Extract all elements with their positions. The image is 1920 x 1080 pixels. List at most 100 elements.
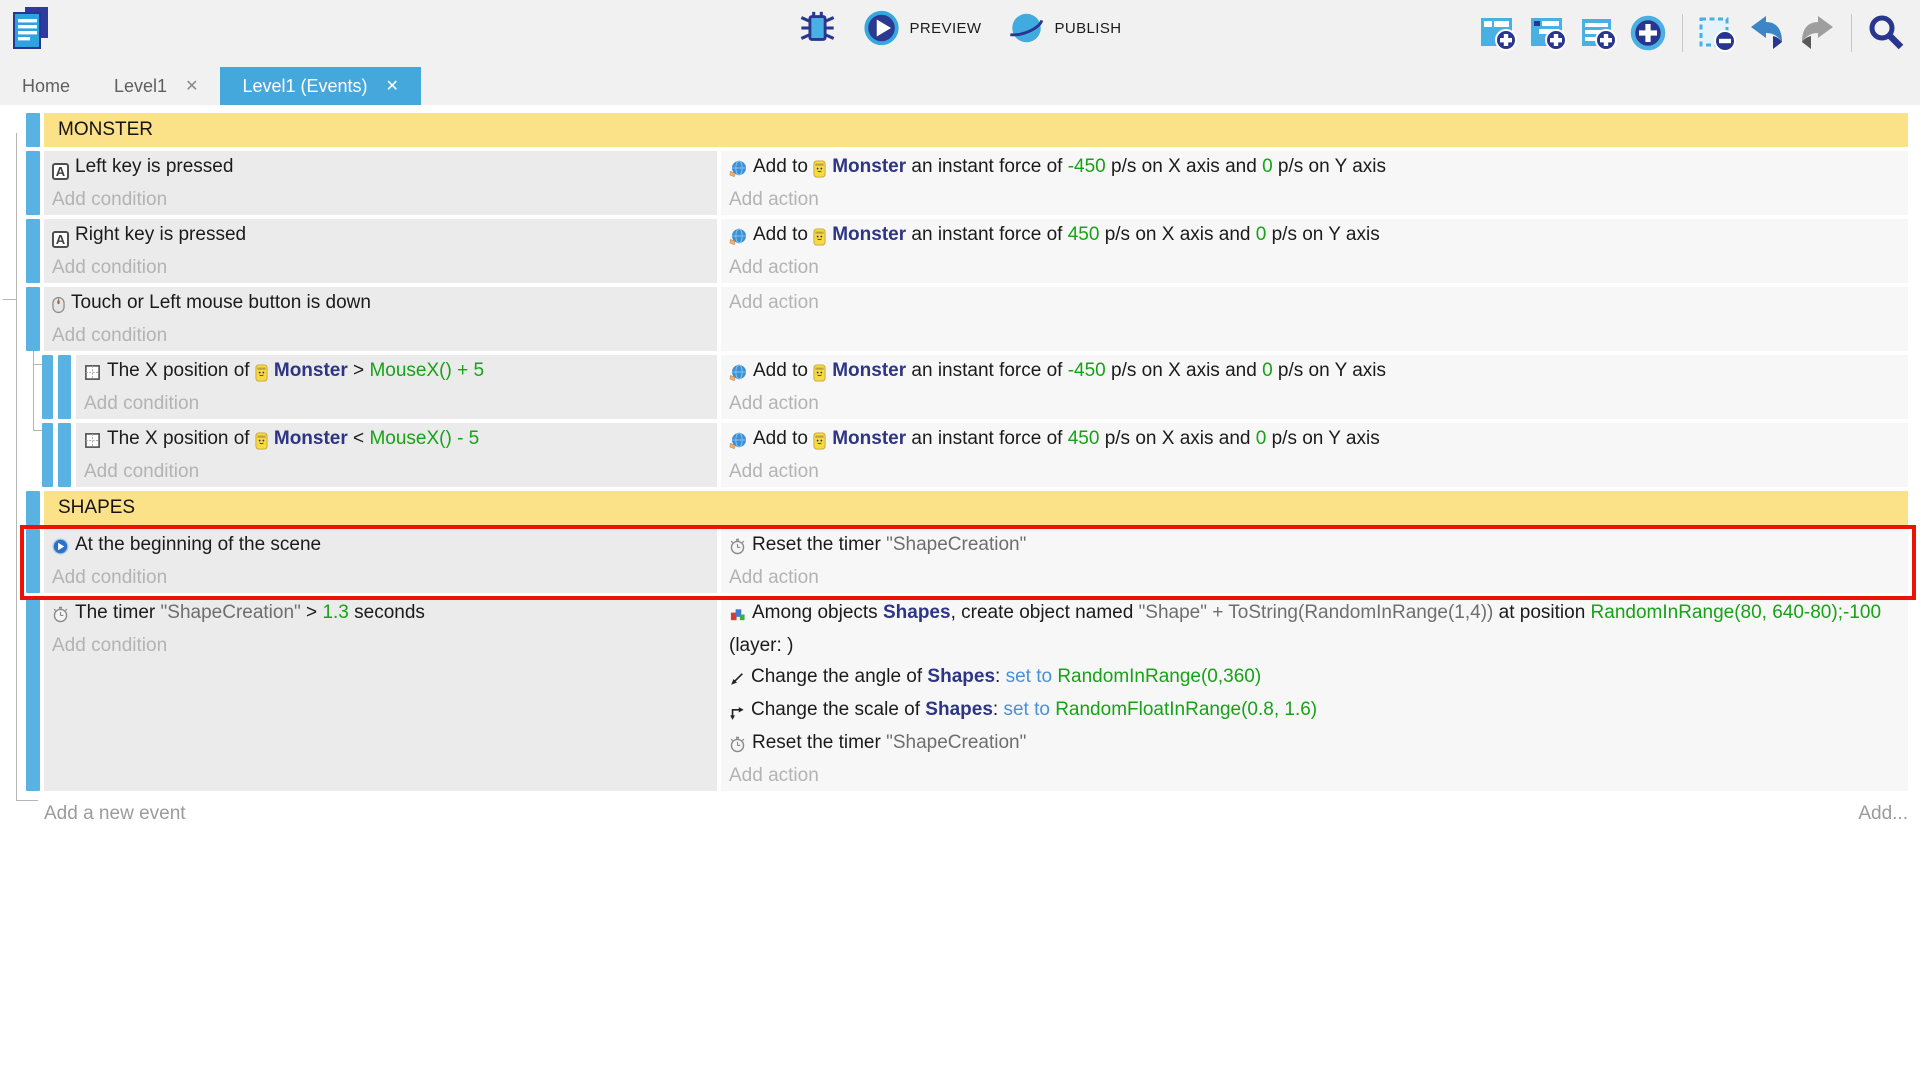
- toolbar-separator: [1851, 14, 1852, 52]
- publish-button[interactable]: PUBLISH: [1007, 9, 1121, 47]
- add-action-button[interactable]: Add action: [729, 184, 1900, 215]
- text-segment: 0: [1262, 360, 1273, 381]
- keyboard-icon: A: [52, 221, 69, 252]
- event-handle[interactable]: [58, 355, 71, 419]
- condition[interactable]: Touch or Left mouse button is down: [52, 287, 709, 320]
- text-segment: "ShapeCreation": [161, 602, 301, 623]
- add-more-button[interactable]: Add...: [1858, 803, 1908, 825]
- action[interactable]: Change the scale of Shapes: set to Rando…: [729, 694, 1900, 727]
- event-handle[interactable]: [26, 529, 40, 593]
- create-icon: [729, 599, 746, 630]
- delete-selection-button[interactable]: [1697, 13, 1737, 53]
- group-title[interactable]: SHAPES: [44, 491, 1908, 525]
- event-handle[interactable]: [26, 491, 40, 525]
- event-handle[interactable]: [26, 597, 40, 791]
- monster-icon: [813, 221, 826, 252]
- events-sheet: MONSTERALeft key is pressedAdd condition…: [0, 105, 1920, 825]
- event-row: ALeft key is pressedAdd condition Add to …: [0, 151, 1908, 215]
- add-condition-button[interactable]: Add condition: [52, 184, 709, 215]
- tab-level1[interactable]: Level1✕: [92, 67, 220, 105]
- add-action-button[interactable]: Add action: [729, 760, 1900, 791]
- event-handle[interactable]: [26, 151, 40, 215]
- action[interactable]: Among objects Shapes, create object name…: [729, 597, 1900, 661]
- add-action-button[interactable]: Add action: [729, 388, 1900, 419]
- text-segment: an instant force of: [906, 224, 1068, 245]
- text-segment: Shapes: [925, 699, 993, 720]
- actions-cell: Among objects Shapes, create object name…: [721, 597, 1908, 791]
- text-segment: Left key is pressed: [75, 156, 233, 177]
- conditions-cell: The X position of Monster < MouseX() - 5…: [76, 423, 717, 487]
- scale-icon: [729, 696, 745, 727]
- monster-icon: [255, 357, 268, 388]
- group-row: MONSTER: [0, 113, 1908, 147]
- tab-level1-events[interactable]: Level1 (Events)✕: [220, 67, 420, 105]
- add-new-button[interactable]: [1628, 13, 1668, 53]
- publish-label: PUBLISH: [1054, 20, 1121, 37]
- text-segment: 1.3: [322, 602, 348, 623]
- undo-button[interactable]: [1747, 13, 1787, 53]
- text-segment: "Shape" + ToString(RandomInRange(1,4)): [1139, 602, 1494, 623]
- force-icon: [729, 153, 747, 184]
- add-condition-button[interactable]: Add condition: [84, 388, 709, 419]
- publish-globe-icon: [1007, 9, 1045, 47]
- condition[interactable]: ARight key is pressed: [52, 219, 709, 252]
- redo-button[interactable]: [1797, 13, 1837, 53]
- text-segment: :: [995, 666, 1006, 687]
- tab-label: Home: [22, 76, 70, 97]
- add-action-button[interactable]: Add action: [729, 456, 1900, 487]
- group-title[interactable]: MONSTER: [44, 113, 1908, 147]
- text-segment: an instant force of: [906, 360, 1068, 381]
- text-segment: <: [348, 428, 370, 449]
- add-action-button[interactable]: Add action: [729, 562, 1900, 593]
- add-new-event-button[interactable]: Add a new event: [44, 803, 186, 825]
- event-handle[interactable]: [26, 287, 40, 351]
- add-condition-button[interactable]: Add condition: [52, 252, 709, 283]
- event-handle[interactable]: [26, 113, 40, 147]
- debug-icon[interactable]: [799, 9, 837, 47]
- text-segment: The X position of: [107, 428, 255, 449]
- app-menu-icon[interactable]: [8, 4, 54, 52]
- search-button[interactable]: [1866, 13, 1906, 53]
- tab-close-button[interactable]: ✕: [185, 76, 198, 96]
- text-segment: Add to: [753, 224, 813, 245]
- add-condition-button[interactable]: Add condition: [52, 320, 709, 351]
- condition[interactable]: The timer "ShapeCreation" > 1.3 seconds: [52, 597, 709, 630]
- add-condition-button[interactable]: Add condition: [52, 562, 709, 593]
- condition[interactable]: ALeft key is pressed: [52, 151, 709, 184]
- event-handle[interactable]: [58, 423, 71, 487]
- event-row: Touch or Left mouse button is downAdd co…: [0, 287, 1908, 351]
- event-handle[interactable]: [42, 423, 53, 487]
- condition[interactable]: The X position of Monster > MouseX() + 5: [84, 355, 709, 388]
- add-action-button[interactable]: Add action: [729, 287, 1900, 318]
- text-segment: an instant force of: [906, 156, 1068, 177]
- add-condition-button[interactable]: Add condition: [84, 456, 709, 487]
- condition[interactable]: The X position of Monster < MouseX() - 5: [84, 423, 709, 456]
- monster-icon: [813, 425, 826, 456]
- add-subevent-button[interactable]: [1528, 13, 1568, 53]
- preview-button[interactable]: PREVIEW: [863, 9, 982, 47]
- add-condition-button[interactable]: Add condition: [52, 630, 709, 661]
- action[interactable]: Add to Monster an instant force of -450 …: [729, 355, 1900, 388]
- angle-icon: [729, 663, 745, 694]
- text-segment: p/s on Y axis: [1273, 156, 1386, 177]
- action[interactable]: Add to Monster an instant force of 450 p…: [729, 219, 1900, 252]
- action[interactable]: Add to Monster an instant force of -450 …: [729, 151, 1900, 184]
- action[interactable]: Change the angle of Shapes: set to Rando…: [729, 661, 1900, 694]
- action[interactable]: Reset the timer "ShapeCreation": [729, 529, 1900, 562]
- text-segment: 0: [1256, 224, 1267, 245]
- action[interactable]: Reset the timer "ShapeCreation": [729, 727, 1900, 760]
- preview-play-icon: [863, 9, 901, 47]
- text-segment: -450: [1068, 156, 1106, 177]
- text-segment: 450: [1068, 428, 1100, 449]
- tab-close-button[interactable]: ✕: [386, 76, 399, 96]
- add-event-button[interactable]: [1478, 13, 1518, 53]
- tree-line: [16, 800, 38, 801]
- tab-home[interactable]: Home: [0, 67, 92, 105]
- event-handle[interactable]: [42, 355, 53, 419]
- condition[interactable]: At the beginning of the scene: [52, 529, 709, 562]
- add-comment-button[interactable]: [1578, 13, 1618, 53]
- event-handle[interactable]: [26, 219, 40, 283]
- text-segment: p/s on X axis and: [1106, 156, 1262, 177]
- add-action-button[interactable]: Add action: [729, 252, 1900, 283]
- action[interactable]: Add to Monster an instant force of 450 p…: [729, 423, 1900, 456]
